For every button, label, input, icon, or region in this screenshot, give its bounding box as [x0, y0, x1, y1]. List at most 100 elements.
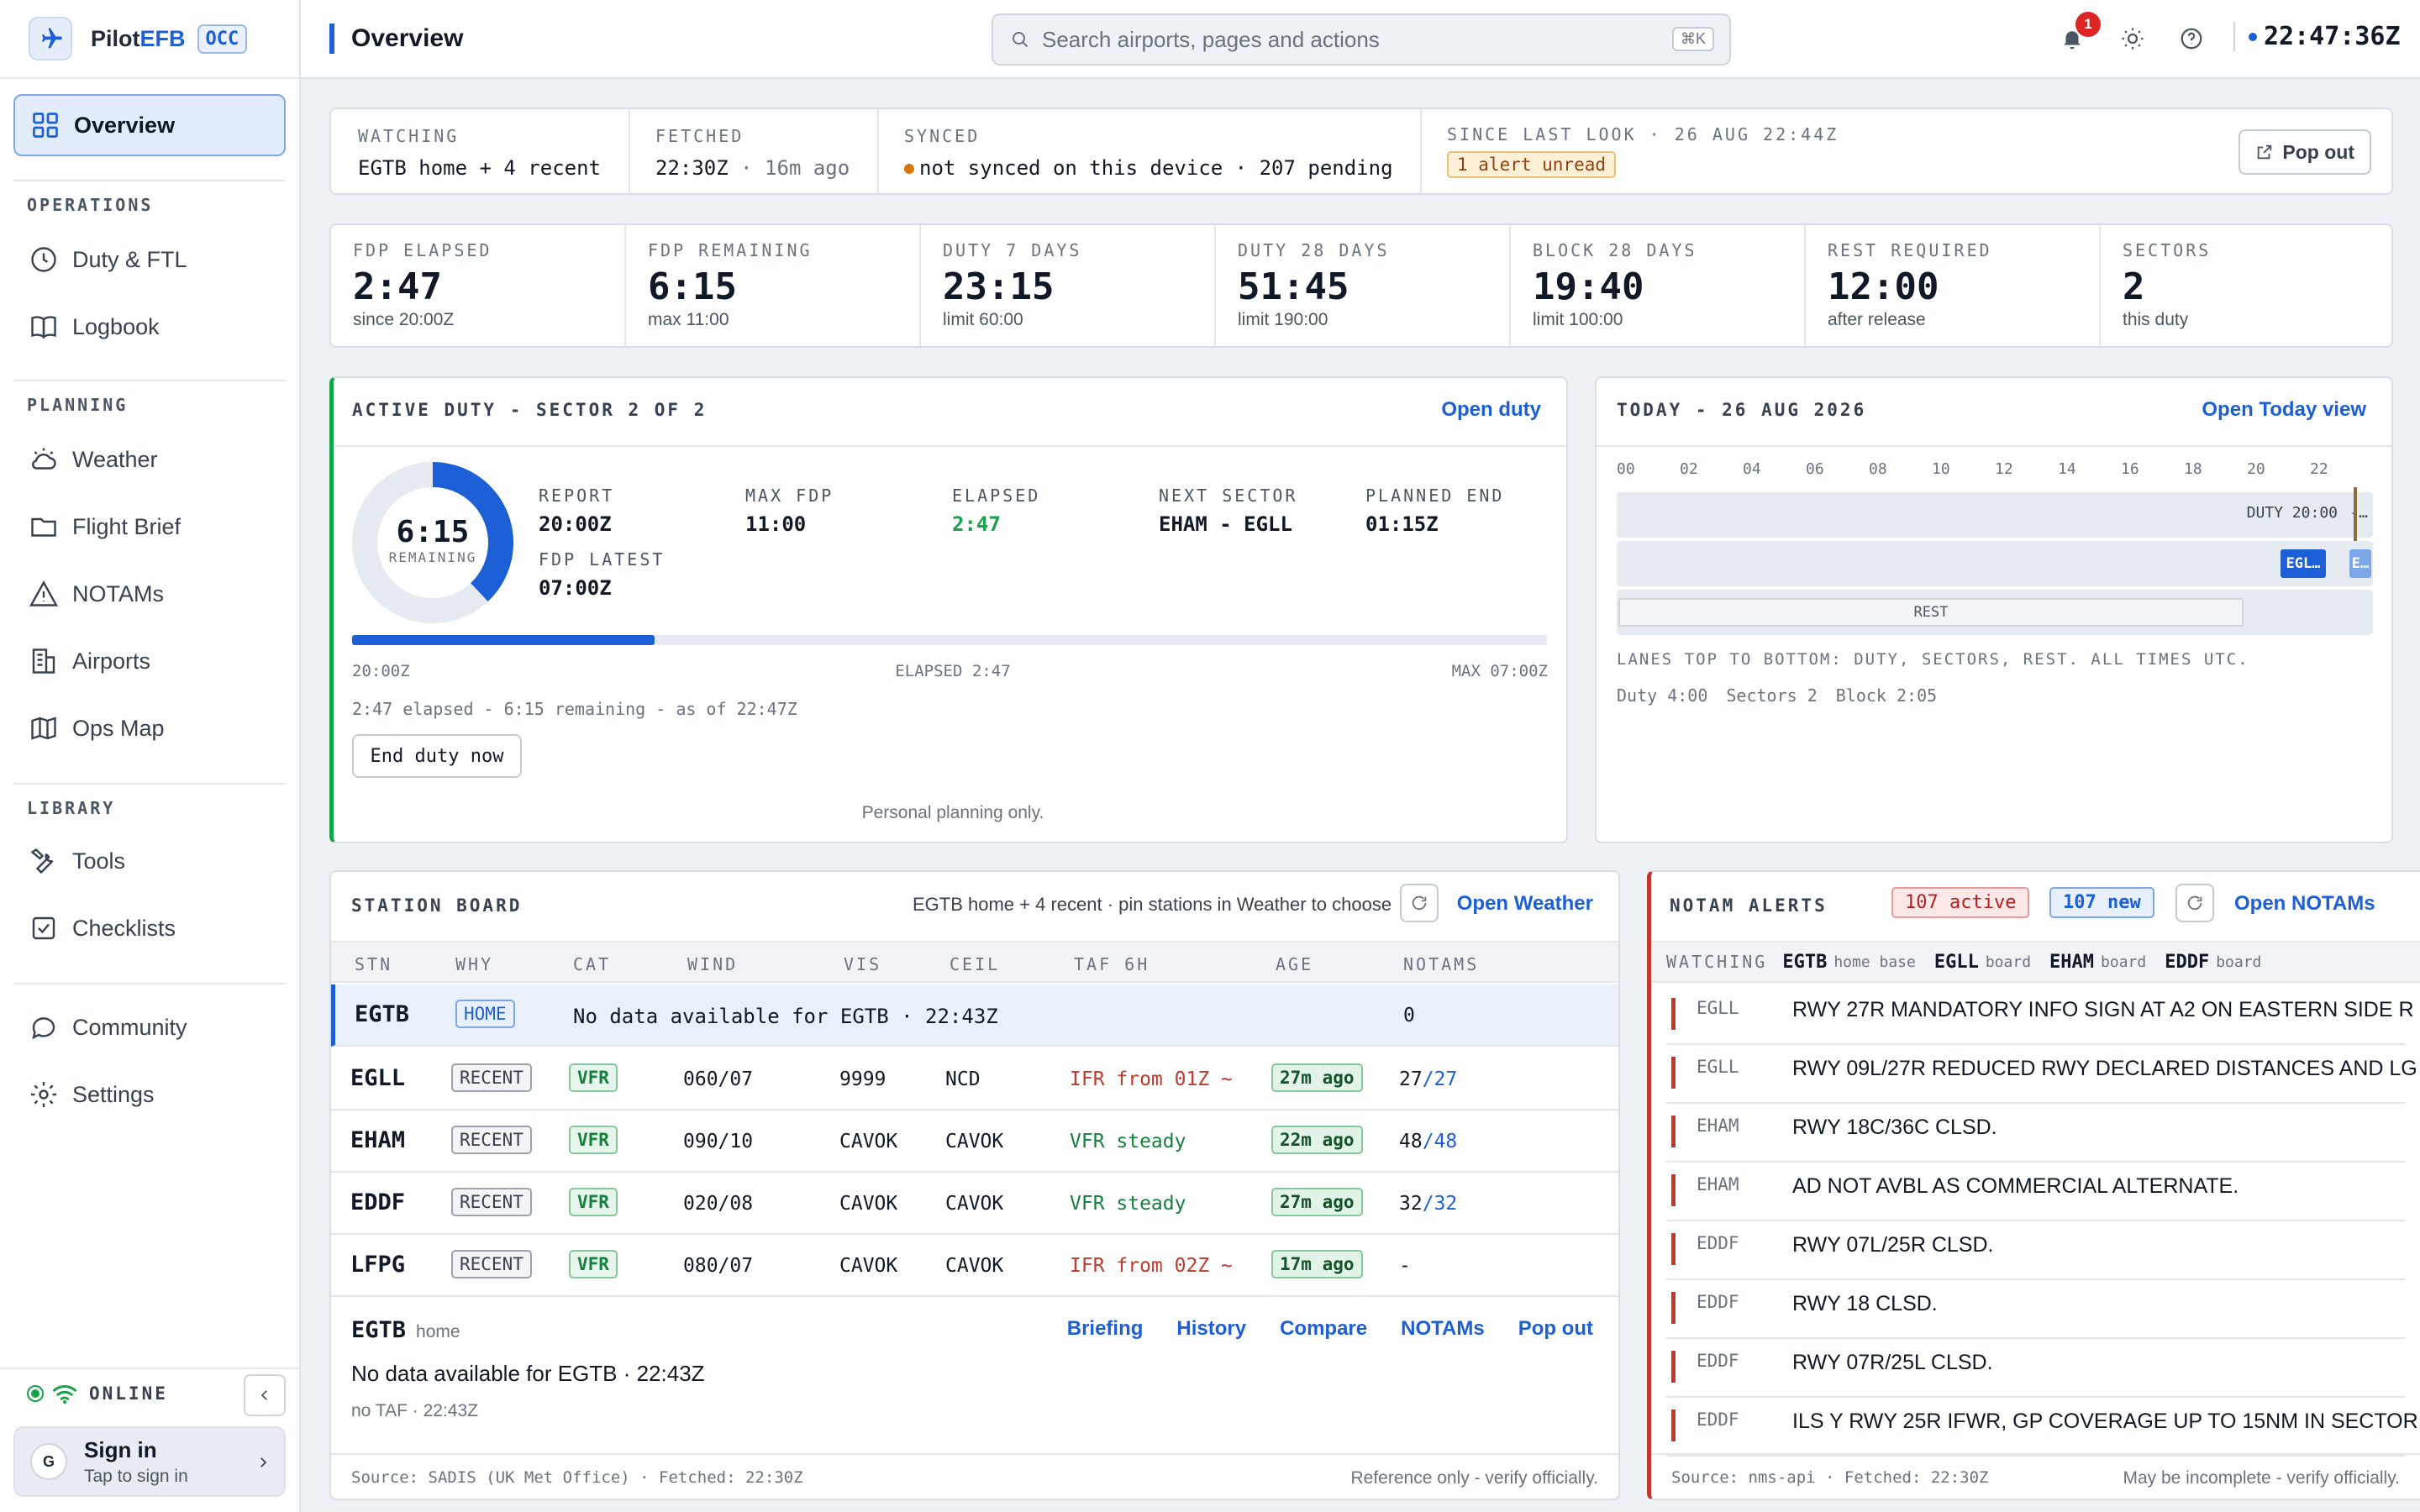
section-planning: PLANNING: [27, 395, 129, 415]
metric-label: FDP REMAINING: [648, 240, 813, 260]
station-code: EHAM: [350, 1127, 406, 1153]
watch-role: board: [2101, 953, 2147, 971]
notifications-button[interactable]: 1: [2052, 12, 2101, 59]
sidebar-item-duty[interactable]: Duty & FTL: [13, 228, 286, 291]
collapse-sidebar-button[interactable]: [244, 1374, 286, 1416]
sign-in-subtitle: Tap to sign in: [84, 1466, 188, 1486]
sidebar-item-flight-brief[interactable]: Flight Brief: [13, 496, 286, 558]
footer-disclaimer: Reference only - verify officially.: [1350, 1468, 1598, 1488]
end-duty-button[interactable]: End duty now: [352, 734, 522, 778]
sector-block[interactable]: E…: [2349, 549, 2371, 578]
station-board-footer: Source: SADIS (UK Met Office) · Fetched:…: [331, 1453, 1618, 1499]
table-row[interactable]: EHAM RECENT VFR 090/10 CAVOK CAVOK VFR steady 2…: [331, 1110, 1618, 1173]
duty-lane-more: -…: [2349, 504, 2368, 522]
max-fdp-field: MAX FDP 11:00: [745, 486, 834, 536]
notams-link[interactable]: NOTAMs: [1401, 1317, 1485, 1341]
synced-text: not synced on this device · 207 pending: [919, 156, 1393, 180]
column-header: CEIL: [950, 954, 1001, 974]
notam-item[interactable]: EHAM RWY 18C/36C CLSD.: [1666, 1104, 2406, 1163]
divider: [0, 1368, 301, 1369]
search-icon: [1013, 32, 1028, 48]
compare-link[interactable]: Compare: [1280, 1317, 1367, 1341]
wind-value: 090/10: [683, 1131, 754, 1152]
table-row[interactable]: EGLL RECENT VFR 060/07 9999 NCD IFR from 01Z ~…: [331, 1048, 1618, 1110]
notam-text: ILS Y RWY 25R IFWR, GP COVERAGE UP TO 15…: [1792, 1410, 2418, 1433]
sidebar-item-community[interactable]: Community: [13, 996, 286, 1058]
sidebar-item-airports[interactable]: Airports: [13, 630, 286, 692]
external-link-icon: [2258, 144, 2272, 160]
sidebar-item-checklists[interactable]: Checklists: [13, 897, 286, 959]
open-today-link[interactable]: Open Today view: [2202, 398, 2366, 422]
metric-label: REST REQUIRED: [1828, 240, 1992, 260]
open-notams-link[interactable]: Open NOTAMs: [2234, 892, 2375, 916]
field-value: 11:00: [745, 512, 807, 536]
chat-icon: [32, 1017, 55, 1040]
sidebar-item-weather[interactable]: Weather: [13, 428, 286, 491]
search-bar[interactable]: ⌘K: [992, 13, 1731, 66]
metric-fdp-remaining: FDP REMAINING 6:15 max 11:00: [626, 225, 921, 346]
pop-out-button[interactable]: Pop out: [2238, 129, 2371, 175]
refresh-button[interactable]: [2175, 884, 2214, 922]
sidebar-item-settings[interactable]: Settings: [13, 1063, 286, 1126]
briefing-link[interactable]: Briefing: [1067, 1317, 1144, 1341]
notam-item[interactable]: EGLL RWY 09L/27R REDUCED RWY DECLARED DIS…: [1666, 1045, 2417, 1104]
notam-item[interactable]: EDDF RWY 07R/25L CLSD.: [1666, 1339, 2406, 1398]
pop-out-link[interactable]: Pop out: [1518, 1317, 1593, 1341]
notam-count: 0: [1403, 1005, 1415, 1026]
rest-lane: REST: [1617, 590, 2373, 635]
footer-source: Source: SADIS (UK Met Office) · Fetched:…: [351, 1468, 803, 1487]
synced-value: not synced on this device · 207 pending: [904, 156, 1420, 180]
sign-in-button[interactable]: G Sign in Tap to sign in: [13, 1426, 286, 1497]
table-row[interactable]: LFPG RECENT VFR 080/07 CAVOK CAVOK IFR from 02…: [331, 1235, 1618, 1297]
metric-duty-7-days: DUTY 7 DAYS 23:15 limit 60:00: [921, 225, 1216, 346]
metric-value: 2: [2123, 265, 2145, 308]
notam-item[interactable]: EDDF ILS Y RWY 25R IFWR, GP COVERAGE UP T…: [1666, 1398, 2418, 1457]
metric-fdp-elapsed: FDP ELAPSED 2:47 since 20:00Z: [331, 225, 626, 346]
refresh-button[interactable]: [1400, 884, 1439, 922]
table-row[interactable]: EGTB HOME No data available for EGTB · 2…: [331, 984, 1618, 1047]
search-input[interactable]: [1042, 26, 1664, 53]
sidebar-item-tools[interactable]: Tools: [13, 830, 286, 892]
notam-footer: Source: nms-api · Fetched: 22:30Z May be…: [1651, 1453, 2420, 1499]
notam-count: 48/48: [1399, 1131, 1457, 1152]
open-weather-link[interactable]: Open Weather: [1457, 892, 1593, 916]
visibility-value: 9999: [839, 1068, 886, 1090]
active-duty-title: ACTIVE DUTY - SECTOR 2 OF 2: [352, 400, 708, 420]
severity-bar: [1671, 1233, 1676, 1265]
notam-item[interactable]: EHAM AD NOT AVBL AS COMMERCIAL ALTERNATE.: [1666, 1163, 2406, 1221]
clock-time: 22:47:36Z: [2264, 22, 2401, 51]
brand[interactable]: PilotEFB OCC: [0, 0, 299, 79]
new-count-badge: 107 new: [2049, 887, 2154, 918]
theme-toggle-button[interactable]: [2112, 18, 2153, 59]
notam-text: RWY 09L/27R REDUCED RWY DECLARED DISTANC…: [1792, 1057, 2417, 1080]
field-value: 07:00Z: [539, 576, 612, 600]
notification-count: 1: [2075, 12, 2101, 37]
taf-trend: IFR from 02Z ~: [1070, 1255, 1233, 1277]
donut-value: 6:15: [396, 515, 470, 549]
sidebar-item-overview[interactable]: Overview: [13, 94, 286, 156]
sidebar-item-notams[interactable]: NOTAMs: [13, 563, 286, 625]
divider: [1597, 445, 2391, 447]
help-button[interactable]: [2171, 18, 2212, 59]
table-row[interactable]: EDDF RECENT VFR 020/08 CAVOK CAVOK VFR steady 2…: [331, 1173, 1618, 1235]
history-link[interactable]: History: [1176, 1317, 1246, 1341]
duty-lane-label: DUTY 20:00: [2246, 504, 2338, 522]
notam-item[interactable]: EDDF RWY 07L/25R CLSD.: [1666, 1221, 2406, 1280]
field-label: FDP LATEST: [539, 549, 666, 570]
station-board: STATION BOARD EGTB home + 4 recent · pin…: [329, 870, 1620, 1500]
sidebar-item-logbook[interactable]: Logbook: [13, 296, 286, 358]
unread-alert-badge[interactable]: 1 alert unread: [1447, 151, 1617, 178]
watch-station: EDDF: [2165, 951, 2210, 973]
open-duty-link[interactable]: Open duty: [1441, 398, 1541, 422]
watch-station: EGTB: [1782, 951, 1828, 973]
sector-block[interactable]: EGL…: [2281, 549, 2326, 578]
field-label: MAX FDP: [745, 486, 834, 506]
metric-label: DUTY 7 DAYS: [943, 240, 1082, 260]
severity-bar: [1671, 1057, 1676, 1089]
notam-item[interactable]: EDDF RWY 18 CLSD.: [1666, 1280, 2406, 1339]
wind-value: 020/08: [683, 1193, 754, 1215]
notam-item[interactable]: EGLL RWY 27R MANDATORY INFO SIGN AT A2 ON…: [1666, 986, 2414, 1045]
sidebar-item-ops-map[interactable]: Ops Map: [13, 697, 286, 759]
sectors-lane: EGL… E…: [1617, 541, 2373, 586]
notam-count-new: /48: [1422, 1131, 1458, 1152]
